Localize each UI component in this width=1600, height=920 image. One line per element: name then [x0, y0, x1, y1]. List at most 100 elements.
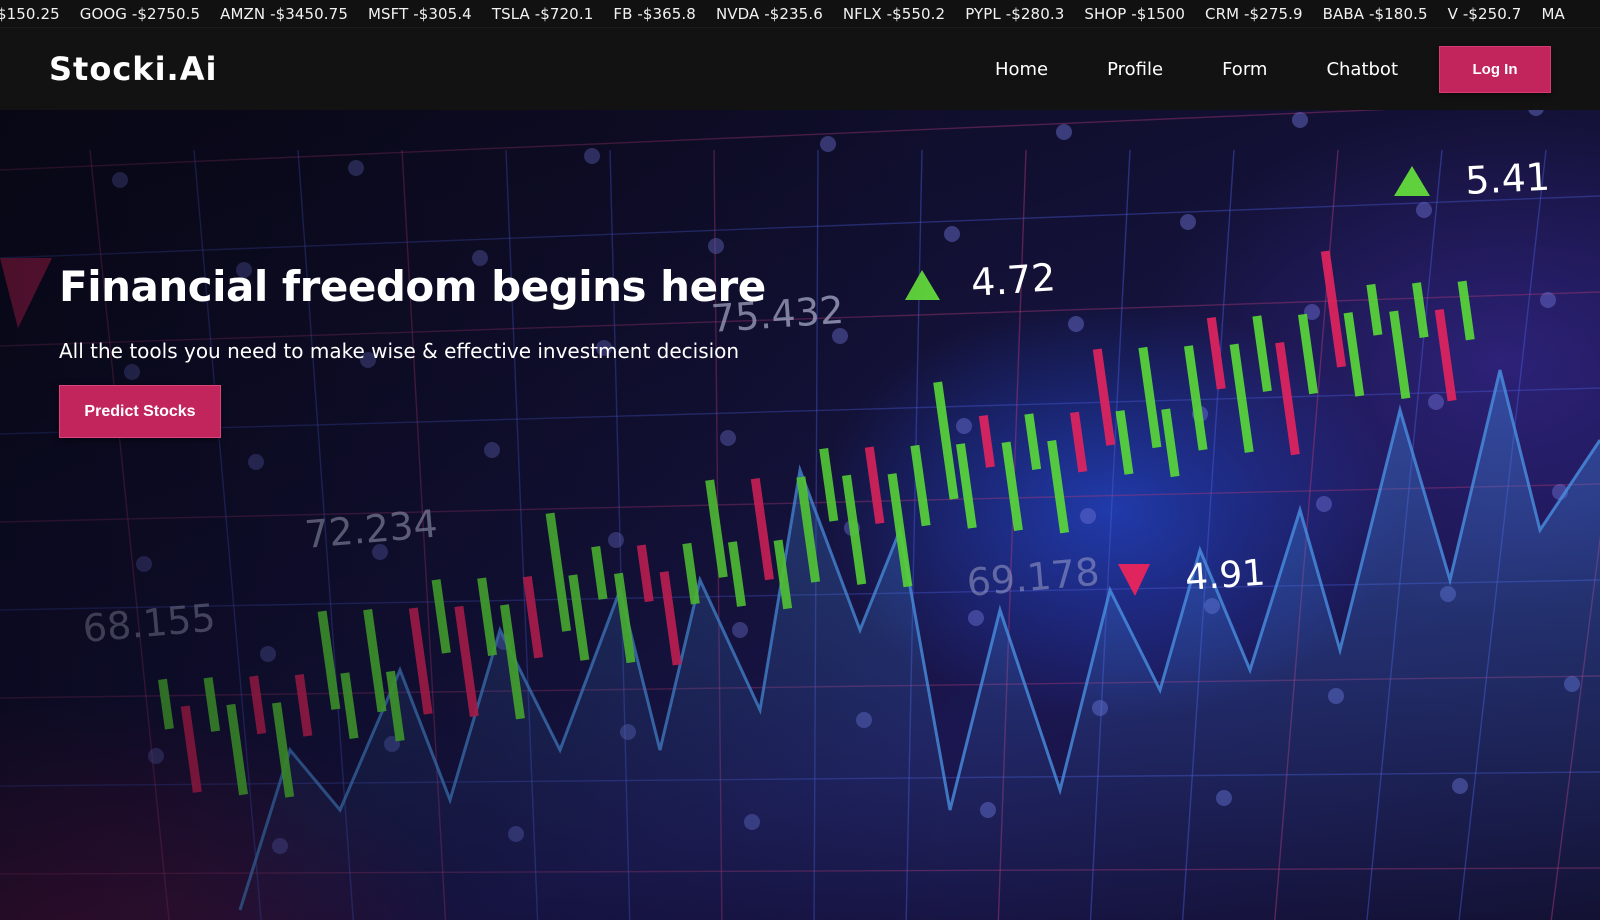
- bullish-candle: [1138, 346, 1162, 449]
- bullish-candle: [568, 574, 590, 661]
- ticker-item: BABA -$180.5: [1322, 5, 1428, 23]
- ticker-item: FB -$365.8: [613, 5, 696, 23]
- bullish-candle: [1024, 413, 1042, 471]
- bearish-candle: [1434, 308, 1457, 402]
- down-arrow-marker: [1118, 564, 1150, 596]
- bullish-candle: [545, 512, 572, 632]
- grid-dot: [1080, 508, 1096, 524]
- bullish-candle: [1457, 280, 1475, 341]
- bullish-candle: [705, 479, 728, 578]
- bullish-candle: [956, 443, 977, 529]
- bullish-candle: [1252, 315, 1272, 392]
- bearish-candle: [1275, 342, 1300, 456]
- hero-subtitle: All the tools you need to make wise & ef…: [59, 339, 740, 363]
- grid-dot: [148, 748, 164, 764]
- grid-dot: [944, 226, 960, 242]
- bullish-candle: [682, 542, 700, 605]
- bullish-candle: [1389, 310, 1411, 399]
- bullish-candle: [1298, 313, 1319, 395]
- bullish-candle: [1161, 408, 1180, 478]
- ticker-item: $150.25: [0, 5, 60, 23]
- bullish-candle: [1115, 410, 1134, 475]
- nav-link-form[interactable]: Form: [1222, 59, 1267, 80]
- bullish-candle: [203, 677, 221, 732]
- grid-dot: [584, 148, 600, 164]
- bearish-candle: [294, 673, 313, 737]
- nav-link-chatbot[interactable]: Chatbot: [1326, 59, 1398, 80]
- bearish-candle: [249, 675, 267, 735]
- bullish-candle: [819, 448, 839, 522]
- bg-label-491: 4.91: [1184, 552, 1267, 598]
- bearish-candle: [180, 705, 202, 793]
- bg-label-69178: 69.178: [965, 550, 1101, 605]
- bg-label-472: 4.72: [970, 255, 1057, 305]
- bearish-candle: [864, 446, 885, 524]
- hero-content: Financial freedom begins here All the to…: [59, 262, 766, 438]
- ticker-item: NFLX -$550.2: [842, 5, 946, 23]
- nav-link-home[interactable]: Home: [995, 59, 1048, 80]
- stock-ticker: $150.25 GOOG -$2750.5 AMZN -$3450.75 MSF…: [0, 0, 1600, 28]
- grid-dot: [1528, 110, 1544, 116]
- bearish-candle: [750, 477, 774, 581]
- bullish-candle: [477, 577, 497, 657]
- grid-dot: [484, 442, 500, 458]
- bullish-candle: [728, 541, 746, 607]
- grid-line-horizontal: [0, 110, 1388, 171]
- ticker-track: $150.25 GOOG -$2750.5 AMZN -$3450.75 MSF…: [0, 0, 1565, 27]
- ticker-item: MSFT -$305.4: [367, 5, 472, 23]
- grid-dot: [1180, 214, 1196, 230]
- grid-dot: [260, 646, 276, 662]
- ticker-item: GOOG -$2750.5: [79, 5, 201, 23]
- nav-link-profile[interactable]: Profile: [1107, 59, 1163, 80]
- bullish-candle: [1343, 312, 1365, 397]
- bearish-candle: [1206, 316, 1226, 390]
- bullish-candle: [910, 444, 931, 527]
- bullish-candle: [933, 381, 959, 500]
- ticker-item: CRM -$275.9: [1205, 5, 1303, 23]
- up-arrow-marker: [905, 270, 940, 300]
- ticker-item: TSLA -$720.1: [491, 5, 594, 23]
- grid-dot: [112, 172, 128, 188]
- hero-background-graphic: 75.432 72.234 68.155 69.178 4.72 4.91 5.…: [0, 110, 1600, 920]
- bg-label-541: 5.41: [1464, 155, 1551, 203]
- ticker-item: NVDA -$235.6: [715, 5, 823, 23]
- bearish-candle: [659, 571, 682, 666]
- predict-stocks-button[interactable]: Predict Stocks: [59, 385, 221, 438]
- grid-dot: [708, 238, 724, 254]
- grid-dot: [1428, 394, 1444, 410]
- brand-logo[interactable]: Stocki.Ai: [49, 50, 217, 88]
- grid-dot: [1056, 124, 1072, 140]
- grid-dot: [732, 622, 748, 638]
- grid-dot: [1540, 292, 1556, 308]
- down-arrow-marker: [0, 258, 52, 328]
- bullish-candle: [158, 678, 174, 730]
- bearish-candle: [978, 414, 995, 468]
- bullish-candle: [340, 672, 359, 739]
- grid-dot: [608, 532, 624, 548]
- bullish-candle: [431, 579, 451, 654]
- ticker-item: V -$250.7: [1447, 5, 1522, 23]
- main-nav: Home Profile Form Chatbot Log In: [995, 45, 1551, 93]
- grid-dot: [1068, 316, 1084, 332]
- grid-dot: [1316, 496, 1332, 512]
- bearish-candle: [1092, 348, 1116, 446]
- hero-section: 75.432 72.234 68.155 69.178 4.72 4.91 5.…: [0, 110, 1600, 920]
- page: $150.25 GOOG -$2750.5 AMZN -$3450.75 MSF…: [0, 0, 1600, 920]
- bullish-candle: [1001, 441, 1023, 532]
- ticker-item: SHOP -$1500: [1084, 5, 1186, 23]
- bearish-candle: [636, 544, 654, 603]
- grid-line-horizontal: [0, 195, 1600, 259]
- ticker-item: AMZN -$3450.75: [220, 5, 348, 23]
- bullish-candle: [1184, 345, 1208, 451]
- hero-title: Financial freedom begins here: [59, 262, 766, 311]
- login-button[interactable]: Log In: [1439, 45, 1551, 93]
- navbar: Stocki.Ai Home Profile Form Chatbot Log …: [0, 28, 1600, 110]
- bullish-candle: [363, 609, 387, 713]
- bullish-candle: [1047, 440, 1070, 534]
- bearish-candle: [454, 605, 479, 718]
- bearish-candle: [1069, 411, 1088, 473]
- ticker-item: PYPL -$280.3: [965, 5, 1065, 23]
- grid-dot: [1416, 202, 1432, 218]
- grid-dot: [248, 454, 264, 470]
- bullish-candle: [591, 546, 608, 600]
